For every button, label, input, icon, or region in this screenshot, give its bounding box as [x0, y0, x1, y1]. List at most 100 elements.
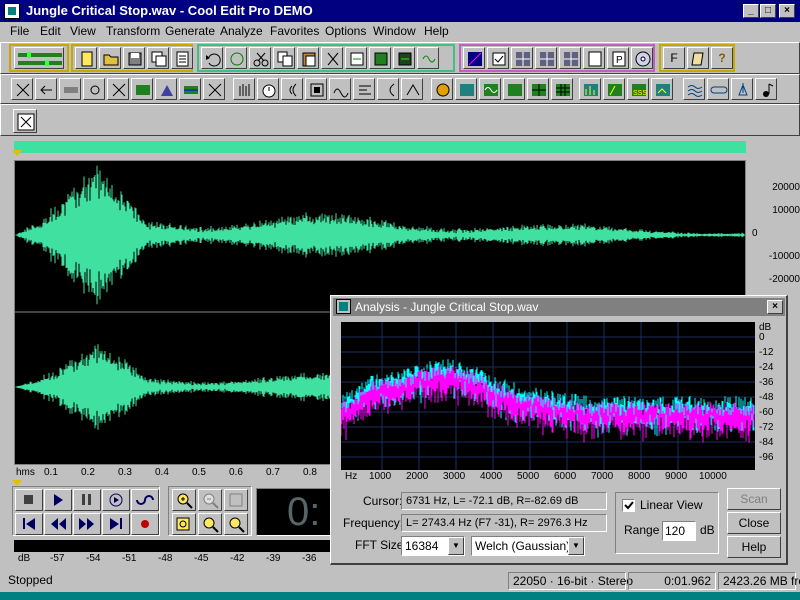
- menu-options[interactable]: Options: [325, 24, 366, 38]
- repeat-icon[interactable]: [225, 47, 247, 69]
- help-button[interactable]: ?: [711, 47, 733, 69]
- echo-icon[interactable]: [281, 78, 303, 100]
- checkbox-view-icon[interactable]: [487, 47, 509, 69]
- snap-icon[interactable]: [417, 47, 439, 69]
- flanger-icon[interactable]: [353, 78, 375, 100]
- menu-file[interactable]: File: [10, 24, 29, 38]
- grid-view-3-icon[interactable]: [559, 47, 581, 69]
- zoom-left-icon[interactable]: [198, 513, 222, 535]
- menu-analyze[interactable]: Analyze: [220, 24, 263, 38]
- metronome-icon[interactable]: [731, 78, 753, 100]
- pitch-bender-icon[interactable]: [401, 78, 423, 100]
- rewind-button[interactable]: [44, 513, 72, 535]
- reverse-icon[interactable]: [35, 78, 57, 100]
- script-icon[interactable]: [687, 47, 709, 69]
- statistics-icon[interactable]: SSS: [627, 78, 649, 100]
- music-note-icon[interactable]: [755, 78, 777, 100]
- noise-icon[interactable]: [503, 78, 525, 100]
- scan-icon[interactable]: [651, 78, 673, 100]
- spectral-view-icon[interactable]: [13, 109, 37, 133]
- fft-size-select[interactable]: 16384 ▼: [401, 536, 465, 556]
- mix-paste-icon[interactable]: [345, 47, 367, 69]
- delete-silence-icon[interactable]: [393, 47, 415, 69]
- stretch-icon[interactable]: [203, 78, 225, 100]
- favorites-button[interactable]: F: [663, 47, 685, 69]
- go-to-end-button[interactable]: [102, 513, 130, 535]
- cd-icon[interactable]: [631, 47, 653, 69]
- scissors-icon[interactable]: [321, 47, 343, 69]
- envelope-icon[interactable]: [179, 78, 201, 100]
- undo-icon[interactable]: [201, 47, 223, 69]
- close-file-icon[interactable]: [171, 47, 193, 69]
- menu-transform[interactable]: Transform: [106, 24, 160, 38]
- center-channel-icon[interactable]: [83, 78, 105, 100]
- cut-icon[interactable]: [249, 47, 271, 69]
- sine-icon[interactable]: [479, 78, 501, 100]
- grid-generate-icon[interactable]: [527, 78, 549, 100]
- properties-icon[interactable]: P: [607, 47, 629, 69]
- frequency-analysis-icon[interactable]: [579, 78, 601, 100]
- filter-bank-icon[interactable]: [233, 78, 255, 100]
- grid-view-1-icon[interactable]: [511, 47, 533, 69]
- stop-button[interactable]: [15, 489, 43, 511]
- copy-icon[interactable]: [273, 47, 295, 69]
- invert-icon[interactable]: [11, 78, 33, 100]
- start-marker-icon[interactable]: [12, 150, 22, 156]
- phase-analysis-icon[interactable]: [603, 78, 625, 100]
- zoom-full-icon[interactable]: [224, 489, 248, 511]
- pan-expander-icon[interactable]: [131, 78, 153, 100]
- scan-button[interactable]: Scan: [727, 488, 781, 510]
- trim-icon[interactable]: [369, 47, 391, 69]
- sweep-icon[interactable]: [377, 78, 399, 100]
- delay-icon[interactable]: [305, 78, 327, 100]
- open-folder-icon[interactable]: [99, 47, 121, 69]
- analysis-close-x-button[interactable]: ×: [767, 300, 783, 314]
- play-button[interactable]: [44, 489, 72, 511]
- waves-icon[interactable]: [683, 78, 705, 100]
- waveform-view-icon[interactable]: [463, 47, 485, 69]
- loop-icon[interactable]: [707, 78, 729, 100]
- spectrum-plot[interactable]: [340, 322, 755, 470]
- new-file-icon[interactable]: [75, 47, 97, 69]
- waveform-scroll-overview[interactable]: [14, 141, 746, 153]
- channel-mixer-icon[interactable]: [107, 78, 129, 100]
- window-dropdown-arrow-icon[interactable]: ▼: [568, 537, 584, 555]
- silence-icon[interactable]: [59, 78, 81, 100]
- save-icon[interactable]: [123, 47, 145, 69]
- linear-view-checkbox[interactable]: [622, 499, 635, 512]
- analysis-help-button[interactable]: Help: [727, 536, 781, 558]
- fast-forward-button[interactable]: [73, 513, 101, 535]
- app-icon[interactable]: [4, 3, 20, 19]
- zoom-right-icon[interactable]: [224, 513, 248, 535]
- minimize-button[interactable]: _: [743, 4, 759, 18]
- analysis-close-button[interactable]: Close: [727, 512, 781, 534]
- loop-play-button[interactable]: [131, 489, 159, 511]
- window-function-select[interactable]: Welch (Gaussian) ▼: [471, 536, 585, 556]
- close-button[interactable]: ×: [779, 4, 795, 18]
- fft-dropdown-arrow-icon[interactable]: ▼: [448, 537, 464, 555]
- document-view-icon[interactable]: [583, 47, 605, 69]
- stopwatch-icon[interactable]: [257, 78, 279, 100]
- menu-favorites[interactable]: Favorites: [270, 24, 319, 38]
- paste-icon[interactable]: [297, 47, 319, 69]
- noise-reduction-icon[interactable]: [431, 78, 453, 100]
- amplify-icon[interactable]: [155, 78, 177, 100]
- maximize-button[interactable]: □: [760, 4, 776, 18]
- menu-edit[interactable]: Edit: [40, 24, 61, 38]
- play-to-end-button[interactable]: [102, 489, 130, 511]
- record-button[interactable]: [131, 513, 159, 535]
- go-to-start-button[interactable]: [15, 513, 43, 535]
- multitrack-toggle-button[interactable]: [14, 47, 64, 69]
- zoom-out-icon[interactable]: [198, 489, 222, 511]
- table-icon[interactable]: [551, 78, 573, 100]
- reverb-icon[interactable]: [329, 78, 351, 100]
- grid-view-2-icon[interactable]: [535, 47, 557, 69]
- zoom-in-icon[interactable]: [172, 489, 196, 511]
- menu-generate[interactable]: Generate: [165, 24, 215, 38]
- tone-generate-icon[interactable]: [455, 78, 477, 100]
- zoom-selection-icon[interactable]: [172, 513, 196, 535]
- pause-button[interactable]: [73, 489, 101, 511]
- menu-help[interactable]: Help: [424, 24, 449, 38]
- range-input[interactable]: 120: [662, 521, 696, 541]
- menu-view[interactable]: View: [70, 24, 96, 38]
